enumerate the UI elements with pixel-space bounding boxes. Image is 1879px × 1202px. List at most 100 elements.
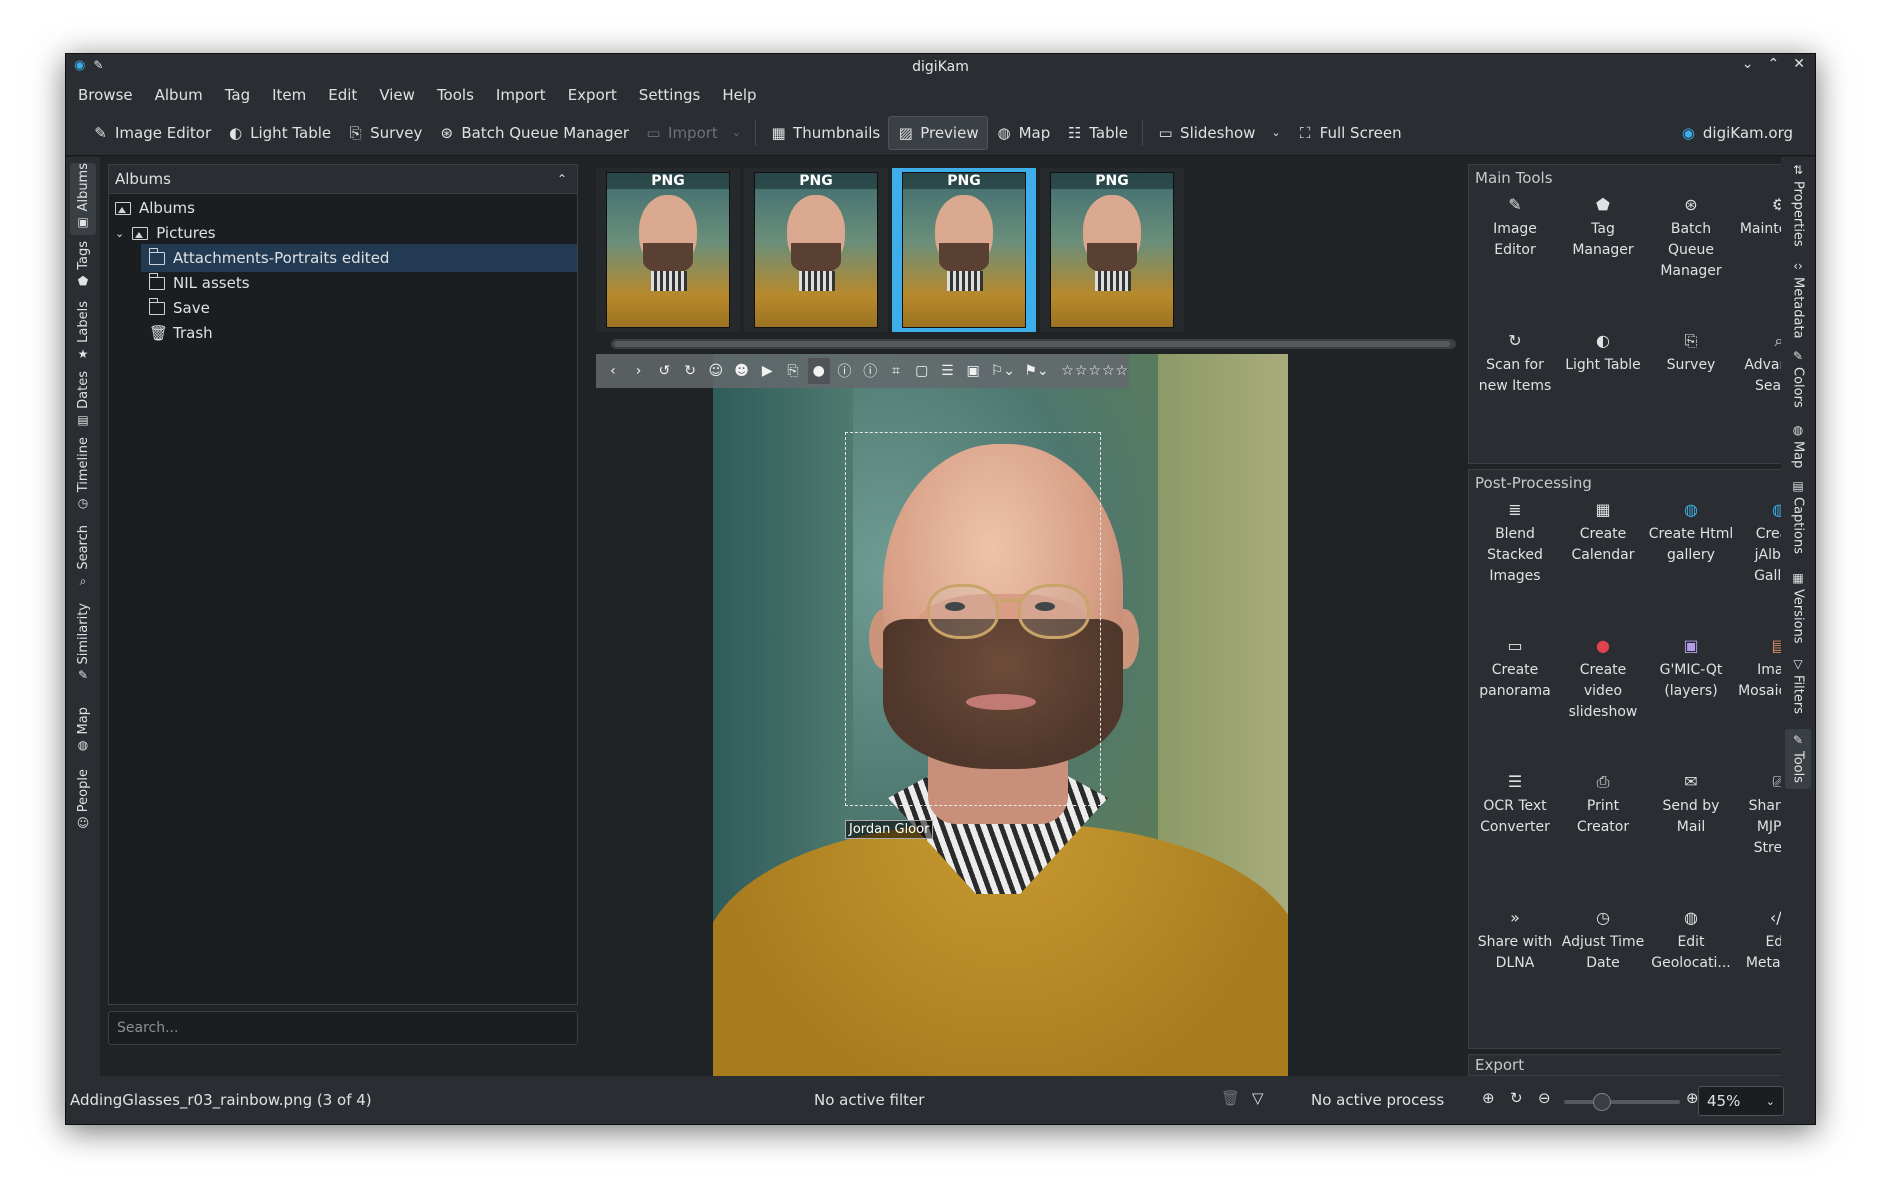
thumbnail-item-selected[interactable]: PNG [892,168,1036,332]
select-region-icon[interactable]: ▢ [911,358,933,384]
face-name-label[interactable]: Jordan Gloor [845,820,934,839]
tool-gmic-qt[interactable]: ▣ G'MIC-Qt (layers) [1647,632,1735,702]
menu-settings[interactable]: Settings [639,86,701,104]
menu-import[interactable]: Import [496,86,546,104]
next-icon[interactable]: › [628,358,650,384]
image-editor-button[interactable]: ✎ Image Editor [84,116,219,150]
tool-batch-queue-manager[interactable]: ⊛ Batch Queue Manager [1647,191,1735,282]
maximize-icon[interactable]: ⌃ [1768,56,1780,72]
tool-send-by-mail[interactable]: ✉ Send by Mail [1647,768,1735,838]
album-panel-header[interactable]: Albums ⌃ [108,164,578,194]
tool-create-calendar[interactable]: ▦ Create Calendar [1559,496,1647,566]
tool-create-video-slideshow[interactable]: ● Create video slideshow [1559,632,1647,723]
tab-captions[interactable]: ▤ Captions [1785,479,1811,565]
slideshow-button[interactable]: ▭ Slideshow ⌄ [1149,116,1289,150]
tool-scan-new-items[interactable]: ↻ Scan for new Items [1471,327,1559,397]
tool-create-html-gallery[interactable]: ◍ Create Html gallery [1647,496,1735,566]
tab-search[interactable]: Search ⌕ [70,525,96,597]
map-button[interactable]: ◍ Map [988,116,1059,150]
zoom-level-select[interactable]: 45% ⌄ [1698,1086,1784,1116]
tool-survey[interactable]: ⎘ Survey [1647,327,1735,376]
color-label-icon[interactable]: ● [807,358,830,384]
crop-icon[interactable]: ⌗ [885,358,907,384]
tool-image-editor[interactable]: ✎ Image Editor [1471,191,1559,261]
menu-album[interactable]: Album [155,86,203,104]
tab-colors[interactable]: ✎ Colors [1785,349,1811,417]
play-icon[interactable]: ▶ [756,358,778,384]
tool-tag-manager[interactable]: ⬟ Tag Manager [1559,191,1647,261]
rotate-right-icon[interactable]: ↻ [679,358,701,384]
menu-browse[interactable]: Browse [78,86,133,104]
tool-print-creator[interactable]: ⎙ Print Creator [1559,768,1647,838]
tool-blend-stacked-images[interactable]: ≣ Blend Stacked Images [1471,496,1559,587]
tab-albums[interactable]: Albums ▣ [70,163,96,235]
zoom-fit-icon[interactable]: ⊕ [1482,1089,1495,1107]
table-button[interactable]: ☷ Table [1058,116,1136,150]
person-icon[interactable]: ☺ [705,358,727,384]
tree-item-save[interactable]: Save [149,294,575,322]
rotate-left-icon[interactable]: ↺ [653,358,675,384]
tab-versions[interactable]: ▦ Versions [1785,571,1811,651]
digikam-org-link[interactable]: ◉ digiKam.org [1672,116,1801,150]
list-icon[interactable]: ☰ [937,358,959,384]
add-face-icon[interactable]: ☻ [731,358,753,384]
tool-adjust-time-date[interactable]: ◷ Adjust Time Date [1559,904,1647,974]
batch-queue-button[interactable]: ⊛ Batch Queue Manager [430,116,637,150]
import-button[interactable]: ▭ Import ⌄ [637,116,749,150]
chevron-up-icon[interactable]: ⌃ [557,172,567,186]
menu-item[interactable]: Item [272,86,306,104]
tab-tags[interactable]: Tags ⬟ [70,241,96,297]
tool-edit-geolocation[interactable]: ◍ Edit Geolocati... [1647,904,1735,974]
preview-button[interactable]: ▨ Preview [888,115,988,150]
thumbnails-button[interactable]: ▦ Thumbnails [762,116,888,150]
tree-item-albums[interactable]: Albums [115,194,575,222]
tree-item-trash[interactable]: 🗑 Trash [149,319,575,347]
menu-edit[interactable]: Edit [328,86,357,104]
minimize-icon[interactable]: ⌄ [1742,56,1754,72]
survey-button[interactable]: ⎘ Survey [339,116,430,150]
zoom-slider[interactable] [1564,1093,1680,1111]
pin-icon[interactable]: ✎ [93,58,103,73]
tab-metadata[interactable]: ‹› Metadata [1785,259,1811,343]
tab-timeline[interactable]: Timeline ◷ [70,437,96,519]
thumbnail-item[interactable]: PNG [1040,168,1184,332]
tab-map[interactable]: ◍ Map [1785,423,1811,473]
tool-create-panorama[interactable]: ▭ Create panorama [1471,632,1559,702]
tab-labels[interactable]: Labels ★ [70,301,96,365]
previous-icon[interactable]: ‹ [602,358,624,384]
tab-properties[interactable]: ⇅ Properties [1785,163,1811,253]
thumbnail-item[interactable]: PNG [596,168,740,332]
album-search-input[interactable]: Search... [108,1011,578,1045]
monitor-icon[interactable]: ▣ [962,358,984,384]
flag-icon[interactable]: ⚑⌄ [1022,358,1052,384]
tree-item-attachments-portraits-edited[interactable]: Attachments-Portraits edited [141,244,577,272]
zoom-slider-handle[interactable] [1593,1093,1611,1111]
tab-dates[interactable]: Dates ▤ [70,371,96,433]
full-screen-button[interactable]: ⛶ Full Screen [1289,116,1410,150]
tool-ocr-text-converter[interactable]: ☰ OCR Text Converter [1471,768,1559,838]
tab-people[interactable]: People ☺ [70,769,96,843]
trash-icon[interactable]: 🗑 [1221,1089,1240,1107]
zoom-reset-icon[interactable]: ↻ [1510,1089,1523,1107]
menu-export[interactable]: Export [568,86,617,104]
info-icon[interactable]: ⓘ [834,358,856,384]
filter-icon[interactable]: ▽ [1252,1089,1264,1107]
rating-stars[interactable]: ☆☆☆☆☆ [1061,363,1129,379]
menu-view[interactable]: View [379,86,415,104]
zoom-out-icon[interactable]: ⊖ [1538,1089,1551,1107]
tool-light-table[interactable]: ◐ Light Table [1559,327,1647,376]
tab-tools[interactable]: ✎ Tools [1785,729,1811,789]
menu-tag[interactable]: Tag [225,86,250,104]
menu-tools[interactable]: Tools [437,86,474,104]
thumbnail-item[interactable]: PNG [744,168,888,332]
survey-icon[interactable]: ⎘ [782,358,804,384]
light-table-button[interactable]: ◐ Light Table [219,116,339,150]
tool-share-with-dlna[interactable]: » Share with DLNA [1471,904,1559,974]
scrollbar-handle[interactable] [614,341,1450,347]
thumbnail-scrollbar[interactable] [611,339,1456,349]
chevron-down-icon[interactable]: ⌄ [115,227,124,240]
tree-item-pictures[interactable]: ⌄ Pictures [115,219,575,247]
close-icon[interactable]: ✕ [1793,56,1805,72]
pick-label-icon[interactable]: ⚐⌄ [988,358,1018,384]
zoom-in-icon[interactable]: ⊕ [1686,1089,1699,1107]
